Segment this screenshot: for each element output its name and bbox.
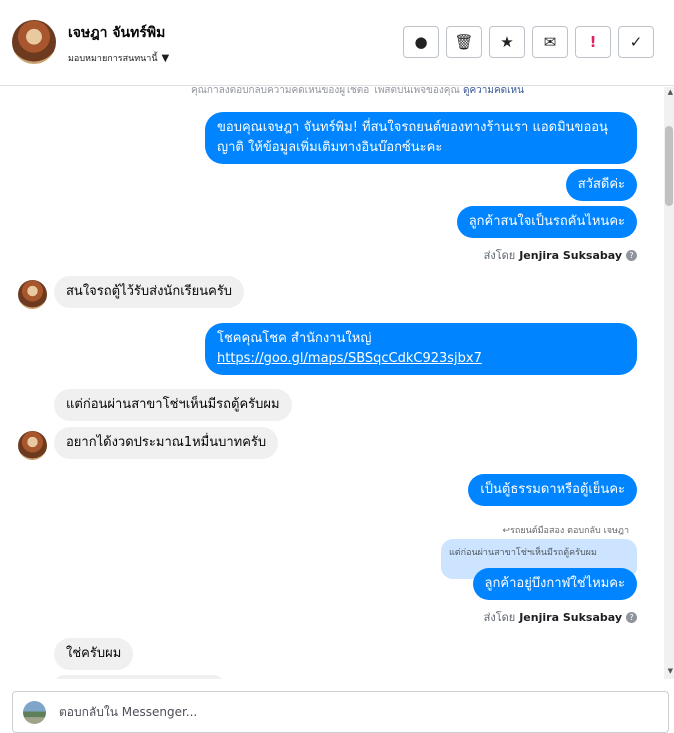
message-bubble[interactable]: เป็นตู้ธรรมดาหรือตู้เย็นคะ bbox=[468, 474, 637, 506]
follow-up-button[interactable]: ! bbox=[575, 26, 611, 58]
message-bubble[interactable]: อยากได้งวดประมาณ1หมื่นบาทครับ bbox=[54, 427, 279, 459]
sent-by-prefix: ส่งโดย bbox=[483, 611, 516, 624]
contact-avatar[interactable] bbox=[12, 20, 56, 64]
message-thread[interactable]: คุณกำลังตอบกลับความคิดเห็นของผู้ใช้ต่อ โ… bbox=[0, 87, 674, 679]
alert-circle-icon: ● bbox=[414, 33, 428, 51]
sent-by-prefix: ส่งโดย bbox=[483, 249, 516, 262]
scroll-down-icon[interactable]: ▼ bbox=[668, 667, 673, 675]
sent-by-label: ส่งโดย Jenjira Suksabay ? bbox=[484, 246, 637, 264]
help-icon[interactable]: ? bbox=[626, 611, 637, 623]
reply-header: ↩รถยนต์มือสอง ตอบกลับ เจษฎา bbox=[502, 526, 629, 536]
sent-by-name: Jenjira Suksabay bbox=[519, 248, 622, 262]
star-button[interactable]: ★ bbox=[489, 26, 525, 58]
assign-conversation-dropdown[interactable]: มอบหมายการสนทนานี้ ▼ bbox=[68, 51, 169, 65]
contact-name[interactable]: เจษฎา จันทร์พิม bbox=[68, 22, 165, 44]
message-bubble[interactable]: แต่ก่อนผ่านสาขาโช่ฯเห็นมีรถตู้ครับผม bbox=[54, 389, 292, 421]
action-toolbar: ● 🗑 ★ ✉ ! ✓ bbox=[403, 26, 654, 58]
message-bubble-partial[interactable] bbox=[54, 675, 224, 679]
contact-avatar-small bbox=[18, 280, 47, 309]
trash-icon: 🗑 bbox=[454, 33, 474, 51]
message-bubble[interactable]: ขอบคุณเจษฎา จันทร์พิม! ที่สนใจรถยนต์ของท… bbox=[205, 112, 637, 164]
message-bubble[interactable]: สวัสดีค่ะ bbox=[565, 169, 637, 201]
scroll-up-icon[interactable]: ▲ bbox=[668, 88, 673, 96]
message-text: โชคคุณโชค สำนักงานใหญ่ bbox=[217, 331, 372, 346]
reply-notice: คุณกำลังตอบกลับความคิดเห็นของผู้ใช้ต่อ โ… bbox=[191, 87, 524, 98]
mark-unread-button[interactable]: ✉ bbox=[532, 26, 568, 58]
page-avatar bbox=[23, 701, 46, 724]
mark-done-button[interactable]: ✓ bbox=[618, 26, 654, 58]
sent-by-label: ส่งโดย Jenjira Suksabay ? bbox=[484, 608, 637, 626]
contact-avatar-small bbox=[18, 431, 47, 460]
exclamation-icon: ! bbox=[589, 33, 597, 51]
reply-input[interactable] bbox=[57, 704, 641, 720]
message-bubble[interactable]: ใช่ครับผม bbox=[54, 638, 134, 670]
message-bubble[interactable]: ลูกค้าอยู่บึงกาฬใช่ไหมคะ bbox=[472, 568, 637, 600]
star-icon: ★ bbox=[500, 33, 514, 51]
check-icon: ✓ bbox=[629, 33, 643, 51]
notice-text: คุณกำลังตอบกลับความคิดเห็นของผู้ใช้ต่อ โ… bbox=[190, 87, 460, 96]
message-bubble[interactable]: ลูกค้าสนใจเป็นรถคันไหนคะ bbox=[456, 206, 637, 238]
delete-button[interactable]: 🗑 bbox=[446, 26, 482, 58]
message-bubble[interactable]: สนใจรถตู้ไว้รับส่งนักเรียนครับ bbox=[54, 276, 245, 308]
assign-label: มอบหมายการสนทนานี้ bbox=[68, 54, 158, 64]
mark-spam-button[interactable]: ● bbox=[403, 26, 439, 58]
help-icon[interactable]: ? bbox=[626, 249, 637, 261]
envelope-icon: ✉ bbox=[543, 33, 557, 51]
scrollbar-thumb[interactable] bbox=[665, 126, 673, 206]
map-link[interactable]: https://goo.gl/maps/SBSqcCdkC923sjbx7 bbox=[217, 351, 482, 366]
conversation-header: เจษฎา จันทร์พิม มอบหมายการสนทนานี้ ▼ ● 🗑… bbox=[0, 0, 674, 86]
caret-down-icon: ▼ bbox=[161, 52, 170, 64]
reply-composer[interactable] bbox=[12, 691, 669, 733]
sent-by-name: Jenjira Suksabay bbox=[519, 610, 622, 624]
view-comment-link[interactable]: ดูความคิดเห็น bbox=[463, 87, 524, 96]
message-bubble[interactable]: โชคคุณโชค สำนักงานใหญ่ https://goo.gl/ma… bbox=[205, 323, 637, 375]
